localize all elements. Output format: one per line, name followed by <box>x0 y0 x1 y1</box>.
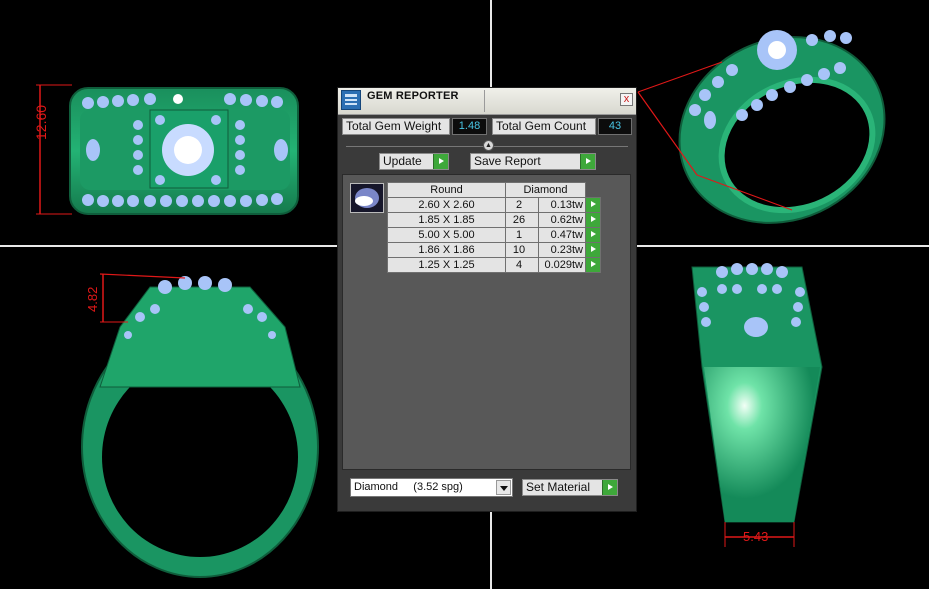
gem-reporter-icon <box>341 90 361 110</box>
save-report-button[interactable]: Save Report <box>470 153 596 170</box>
shank-dimension-label: 5.43 <box>743 529 769 544</box>
select-row-button[interactable] <box>585 212 601 228</box>
play-arrow-icon <box>580 154 595 169</box>
gem-table: Round Diamond 2.60 X 2.60 2 0.13tw 1.85 … <box>387 182 601 273</box>
select-row-button[interactable] <box>585 197 601 213</box>
total-gem-weight-value: 1.48 <box>452 118 487 135</box>
column-header-shape: Round <box>387 182 506 198</box>
panel-title: GEM REPORTER <box>367 90 459 102</box>
height-dimension-label: 4.82 <box>85 286 100 312</box>
gem-weight: 0.23tw <box>538 242 586 258</box>
total-gem-count-label: Total Gem Count <box>492 118 596 135</box>
chevron-down-icon[interactable] <box>496 480 511 495</box>
set-material-button-label: Set Material <box>526 480 591 494</box>
table-row: 1.25 X 1.25 4 0.029tw <box>387 257 601 273</box>
width-dimension-label: 12.60 <box>33 104 49 140</box>
table-row: 5.00 X 5.00 1 0.47tw <box>387 227 601 243</box>
gem-weight: 0.13tw <box>538 197 586 213</box>
set-material-button[interactable]: Set Material <box>522 479 618 496</box>
gem-size: 1.85 X 1.85 <box>387 212 506 228</box>
select-row-button[interactable] <box>585 227 601 243</box>
total-gem-weight-label: Total Gem Weight <box>342 118 450 135</box>
gem-weight: 0.47tw <box>538 227 586 243</box>
gem-qty: 10 <box>505 242 539 258</box>
table-row: 1.86 X 1.86 10 0.23tw <box>387 242 601 258</box>
gem-size: 1.25 X 1.25 <box>387 257 506 273</box>
play-arrow-icon <box>602 480 617 495</box>
gem-qty: 1 <box>505 227 539 243</box>
total-gem-count-value: 43 <box>598 118 632 135</box>
gem-qty: 26 <box>505 212 539 228</box>
table-row: 1.85 X 1.85 26 0.62tw <box>387 212 601 228</box>
column-header-material: Diamond <box>505 182 586 198</box>
table-row: 2.60 X 2.60 2 0.13tw <box>387 197 601 213</box>
gem-size: 5.00 X 5.00 <box>387 227 506 243</box>
gem-size: 1.86 X 1.86 <box>387 242 506 258</box>
title-separator <box>484 90 485 112</box>
select-row-button[interactable] <box>585 257 601 273</box>
gem-qty: 2 <box>505 197 539 213</box>
material-select[interactable]: Diamond (3.52 spg) <box>350 478 513 497</box>
save-report-button-label: Save Report <box>474 154 541 168</box>
select-row-button[interactable] <box>585 242 601 258</box>
material-select-value: Diamond (3.52 spg) <box>354 481 463 493</box>
play-arrow-icon <box>433 154 448 169</box>
gem-weight: 0.029tw <box>538 257 586 273</box>
gem-weight: 0.62tw <box>538 212 586 228</box>
collapse-toggle-icon[interactable]: ▲ <box>483 140 494 151</box>
gem-report-area: Round Diamond 2.60 X 2.60 2 0.13tw 1.85 … <box>342 174 631 470</box>
update-button[interactable]: Update <box>379 153 449 170</box>
update-button-label: Update <box>383 154 422 168</box>
gem-size: 2.60 X 2.60 <box>387 197 506 213</box>
close-button[interactable]: x <box>620 93 633 106</box>
gem-reporter-panel: GEM REPORTER x Total Gem Weight 1.48 Tot… <box>337 87 637 512</box>
title-bar[interactable]: GEM REPORTER x <box>338 88 636 115</box>
gem-qty: 4 <box>505 257 539 273</box>
diamond-thumbnail-icon[interactable] <box>350 183 384 213</box>
